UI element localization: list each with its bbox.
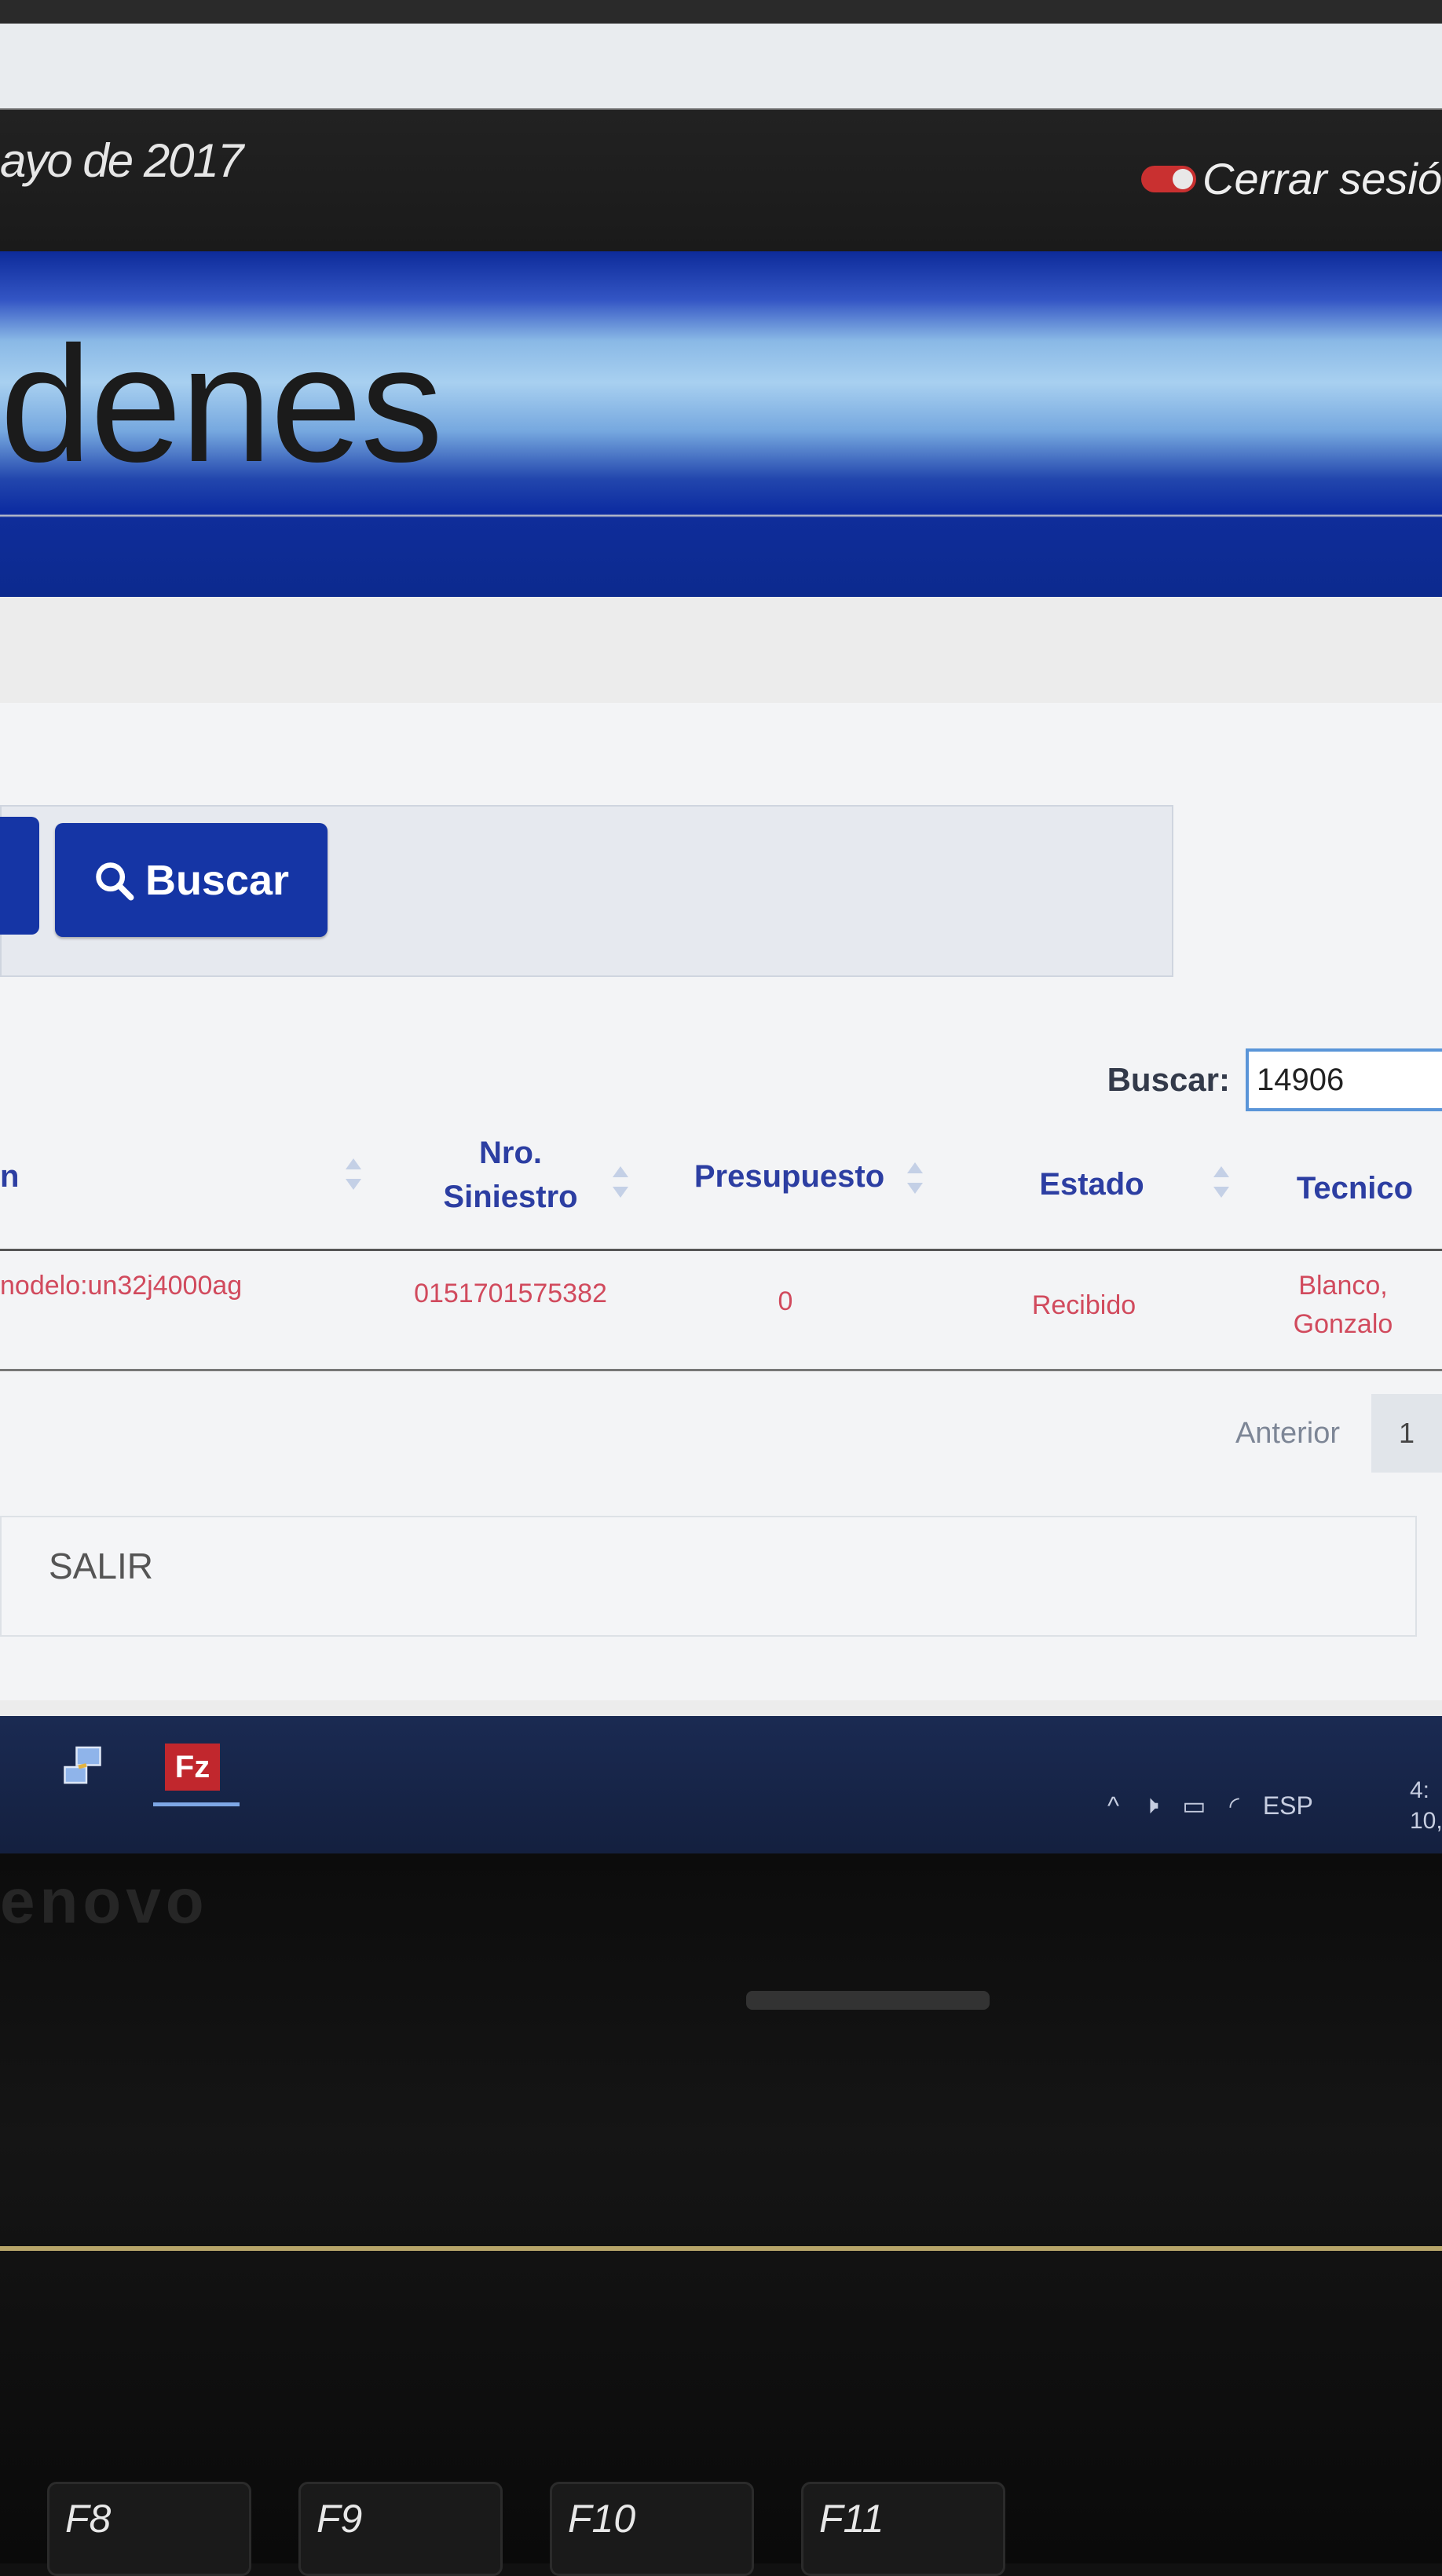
search-button-label: Buscar	[145, 856, 290, 904]
key-f10[interactable]: F10	[550, 2482, 754, 2576]
column-header-tecnico-label: Tecnico	[1296, 1171, 1414, 1206]
pagination: Anterior 1	[1235, 1394, 1442, 1473]
main-content: Buscar Buscar: n Nro. Siniestro Presupue…	[0, 703, 1442, 1700]
column-header-siniestro-line1: Nro.	[479, 1136, 542, 1170]
exit-button[interactable]: SALIR	[49, 1545, 153, 1587]
active-app-indicator	[153, 1802, 240, 1806]
column-header-estado-label: Estado	[1039, 1167, 1144, 1202]
screen: ayo de 2017 Cerrar sesió denes Buscar Bu…	[0, 0, 1442, 1853]
clock-date: 10,	[1410, 1808, 1442, 1834]
clock-time: 4:	[1410, 1777, 1430, 1803]
keyboard-edge	[0, 2246, 1442, 2251]
column-header-presupuesto[interactable]: Presupuesto	[675, 1154, 903, 1198]
key-f11[interactable]: F11	[801, 2482, 1005, 2576]
pagination-previous[interactable]: Anterior	[1235, 1417, 1340, 1451]
cell-estado: Recibido	[1031, 1290, 1136, 1320]
column-header-tecnico[interactable]: Tecnico	[1280, 1166, 1429, 1210]
search-icon	[96, 862, 134, 900]
language-indicator[interactable]: ESP	[1263, 1791, 1313, 1820]
cell-tecnico: Blanco, Gonzalo	[1272, 1267, 1414, 1345]
logout-label: Cerrar sesió	[1202, 154, 1442, 203]
system-tray: ^ 🕨 ▭ ◜ ESP	[1107, 1791, 1313, 1820]
table-search-input[interactable]	[1246, 1048, 1442, 1111]
footer-panel: SALIR	[0, 1516, 1417, 1637]
pagination-page-1[interactable]: 1	[1371, 1394, 1442, 1473]
taskbar: Fz ^ 🕨 ▭ ◜ ESP 4: 10,	[0, 1716, 1442, 1853]
laptop-bezel: enovo F8 F9 F10 F11	[0, 1853, 1442, 2576]
logout-button[interactable]: Cerrar sesió	[1141, 153, 1442, 204]
sort-icon	[346, 1158, 361, 1190]
sort-icon	[1213, 1166, 1229, 1198]
volume-icon[interactable]: 🕨	[1143, 1791, 1158, 1820]
page-title: denes	[0, 312, 443, 496]
network-app-icon[interactable]	[59, 1744, 106, 1791]
laptop-brand-logo: enovo	[0, 1866, 209, 1936]
filter-button-left[interactable]	[0, 817, 39, 935]
key-f8[interactable]: F8	[47, 2482, 251, 2576]
key-f9[interactable]: F9	[298, 2482, 503, 2576]
cell-siniestro: 0151701575382	[414, 1279, 607, 1308]
column-header-siniestro-line2: Siniestro	[443, 1180, 578, 1214]
browser-strip	[0, 0, 1442, 110]
clock[interactable]: 4: 10,	[1410, 1775, 1442, 1836]
cell-presupuesto: 0	[778, 1286, 793, 1316]
page-banner: denes	[0, 251, 1442, 597]
filezilla-icon[interactable]: Fz	[165, 1744, 220, 1791]
table-search-label: Buscar:	[1107, 1061, 1230, 1098]
sort-icon	[907, 1162, 923, 1194]
column-header-presupuesto-label: Presupuesto	[694, 1159, 885, 1194]
search-button[interactable]: Buscar	[55, 823, 328, 937]
power-toggle-icon	[1141, 165, 1197, 192]
column-header-siniestro[interactable]: Nro. Siniestro	[428, 1131, 593, 1219]
table-row[interactable]: nodelo:un32j4000ag 0151701575382 0 Recib…	[0, 1251, 1442, 1371]
chevron-up-icon[interactable]: ^	[1107, 1791, 1119, 1820]
battery-icon[interactable]: ▭	[1182, 1791, 1206, 1820]
hinge	[746, 1991, 990, 2010]
column-header-0[interactable]: n	[0, 1154, 19, 1198]
cell-tecnico-line2: Gonzalo	[1293, 1309, 1393, 1340]
sort-icon	[613, 1166, 628, 1198]
top-bar: ayo de 2017 Cerrar sesió	[0, 110, 1442, 254]
column-header-0-label: n	[0, 1159, 20, 1194]
cell-tecnico-line1: Blanco,	[1298, 1271, 1388, 1301]
table-search: Buscar:	[1107, 1048, 1442, 1111]
current-date: ayo de 2017	[0, 134, 243, 187]
cell-modelo: nodelo:un32j4000ag	[0, 1271, 243, 1301]
wifi-icon[interactable]: ◜	[1229, 1791, 1239, 1820]
table-header: n Nro. Siniestro Presupuesto Estado Tecn…	[0, 1119, 1442, 1251]
column-header-estado[interactable]: Estado	[1013, 1162, 1170, 1206]
